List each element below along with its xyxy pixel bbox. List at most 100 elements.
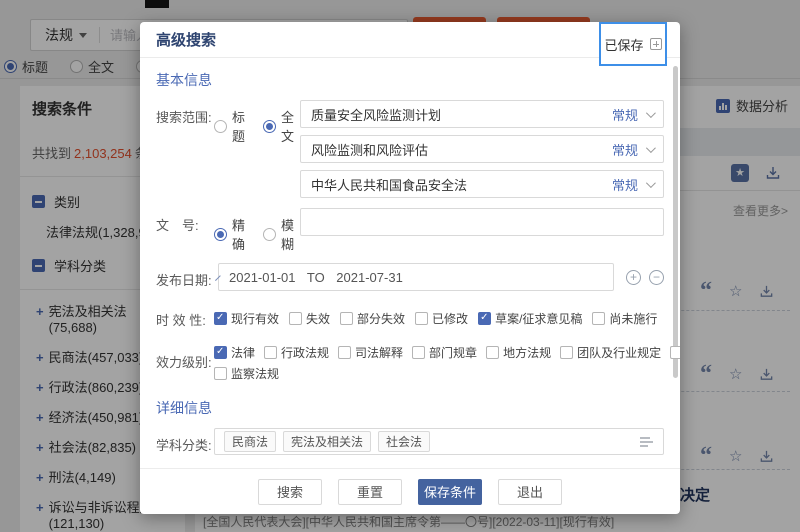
chevron-down-icon[interactable]: [646, 143, 656, 153]
checkbox-label: 监察法规: [231, 365, 279, 382]
validity-row: 时 效 性: 现行有效 失效 部分失效 已修改 草案/征求意见稿 尚未施行: [156, 306, 664, 329]
checkbox-icon: [486, 346, 499, 359]
doc-number-input-row: [300, 208, 664, 236]
subject-tag[interactable]: 社会法: [378, 431, 430, 452]
row-label: 效力级别:: [156, 342, 214, 371]
checkbox-label: 团队及行业规定: [577, 344, 661, 361]
validity-checkbox[interactable]: 已修改: [415, 310, 468, 327]
effect-level-line-1: 法律 行政法规 司法解释 部门规章 地方法规 团队及行业规定 军事法规: [214, 344, 680, 361]
select-list-icon[interactable]: [639, 435, 654, 448]
checkbox-icon: [289, 312, 302, 325]
level-checkbox[interactable]: 军事法规: [670, 344, 680, 361]
row-label: 文 号:: [156, 208, 214, 234]
validity-checkbox[interactable]: 失效: [289, 310, 330, 327]
reset-button[interactable]: 重置: [338, 479, 402, 505]
modal-footer: 搜索 重置 保存条件 退出: [140, 468, 680, 514]
radio-label: 精确: [232, 215, 251, 253]
checkbox-label: 现行有效: [231, 310, 279, 327]
scope-fulltext-radio[interactable]: 全文: [263, 107, 300, 145]
modal-scrollbar[interactable]: [673, 66, 678, 378]
validity-checkbox[interactable]: 现行有效: [214, 310, 279, 327]
checkbox-label: 司法解释: [355, 344, 403, 361]
checkbox-icon: [412, 346, 425, 359]
effect-level-options: 法律 行政法规 司法解释 部门规章 地方法规 团队及行业规定 军事法规 监察法规: [214, 342, 680, 382]
row-label: 搜索范围:: [156, 100, 214, 126]
row-label: 发布日期:: [156, 263, 214, 289]
level-checkbox[interactable]: 法律: [214, 344, 255, 361]
level-checkbox[interactable]: 司法解释: [338, 344, 403, 361]
save-conditions-button[interactable]: 保存条件: [418, 479, 482, 505]
radio-label: 全文: [281, 107, 300, 145]
exact-radio[interactable]: 精确: [214, 215, 251, 253]
chevron-down-icon[interactable]: [646, 108, 656, 118]
date-label: 发布日期:: [156, 270, 212, 289]
publish-date-row: 发布日期: + −: [156, 263, 664, 291]
checkbox-icon: [415, 312, 428, 325]
subject-tag[interactable]: 民商法: [224, 431, 276, 452]
checkbox-label: 行政法规: [281, 344, 329, 361]
fuzzy-radio[interactable]: 模糊: [263, 215, 300, 253]
scope-radios: 标题 全文: [214, 100, 300, 145]
date-row-controls: + −: [626, 263, 664, 285]
checkbox-icon: [214, 367, 227, 380]
level-checkbox[interactable]: 部门规章: [412, 344, 477, 361]
date-range-input[interactable]: [229, 270, 603, 285]
subject-tag[interactable]: 宪法及相关法: [283, 431, 371, 452]
checkbox-label: 失效: [306, 310, 330, 327]
radio-icon: [263, 120, 276, 133]
validity-options: 现行有效 失效 部分失效 已修改 草案/征求意见稿 尚未施行: [214, 306, 664, 327]
checkbox-label: 尚未施行: [609, 310, 657, 327]
exit-button[interactable]: 退出: [498, 479, 562, 505]
radio-icon: [263, 228, 276, 241]
level-checkbox[interactable]: 监察法规: [214, 365, 279, 382]
section-basic-info: 基本信息: [156, 70, 664, 90]
date-range-field: [218, 263, 614, 291]
remove-row-icon[interactable]: −: [649, 270, 664, 285]
checkbox-label: 部分失效: [357, 310, 405, 327]
checkbox-label: 已修改: [432, 310, 468, 327]
checkbox-label: 部门规章: [429, 344, 477, 361]
subject-tag-field[interactable]: 民商法 宪法及相关法 社会法: [214, 428, 664, 455]
checkbox-icon: [214, 312, 227, 325]
validity-checkbox[interactable]: 草案/征求意见稿: [478, 310, 582, 327]
checkbox-label: 地方法规: [503, 344, 551, 361]
doc-number-row: 文 号: 精确 模糊: [156, 208, 664, 253]
keyword-input-1[interactable]: [311, 107, 612, 122]
checkbox-icon: [560, 346, 573, 359]
keyword-input-2[interactable]: [311, 142, 612, 157]
match-mode-dropdown[interactable]: 常规: [612, 140, 638, 159]
level-checkbox[interactable]: 团队及行业规定: [560, 344, 661, 361]
add-row-icon[interactable]: +: [626, 270, 641, 285]
radio-label: 标题: [232, 107, 251, 145]
doc-number-input[interactable]: [311, 215, 653, 230]
doc-number-field: [300, 208, 664, 236]
match-mode-dropdown[interactable]: 常规: [612, 105, 638, 124]
row-label: 时 效 性:: [156, 306, 214, 329]
plus-square-icon[interactable]: [650, 38, 662, 50]
keyword-input-row: 常规: [300, 100, 664, 128]
row-label: 学科分类:: [156, 428, 214, 454]
keyword-input-3[interactable]: [311, 177, 612, 192]
validity-checkbox[interactable]: 部分失效: [340, 310, 405, 327]
subject-classification-row: 学科分类: 民商法 宪法及相关法 社会法: [156, 428, 664, 455]
checkbox-icon: [670, 346, 680, 359]
match-mode-dropdown[interactable]: 常规: [612, 175, 638, 194]
scope-title-radio[interactable]: 标题: [214, 107, 251, 145]
level-checkbox[interactable]: 行政法规: [264, 344, 329, 361]
checkbox-label: 草案/征求意见稿: [495, 310, 582, 327]
checkbox-icon: [214, 346, 227, 359]
doc-number-radios: 精确 模糊: [214, 208, 300, 253]
validity-checkbox[interactable]: 尚未施行: [592, 310, 657, 327]
keyword-inputs: 常规 常规 常规: [300, 100, 664, 198]
level-checkbox[interactable]: 地方法规: [486, 344, 551, 361]
keyword-input-row: 常规: [300, 135, 664, 163]
checkbox-icon: [264, 346, 277, 359]
radio-icon: [214, 120, 227, 133]
saved-searches-button[interactable]: 已保存: [599, 22, 667, 66]
search-button[interactable]: 搜索: [258, 479, 322, 505]
chevron-down-icon[interactable]: [646, 178, 656, 188]
keyword-input-row: 常规: [300, 170, 664, 198]
checkbox-icon: [478, 312, 491, 325]
radio-icon: [214, 228, 227, 241]
radio-label: 模糊: [281, 215, 300, 253]
